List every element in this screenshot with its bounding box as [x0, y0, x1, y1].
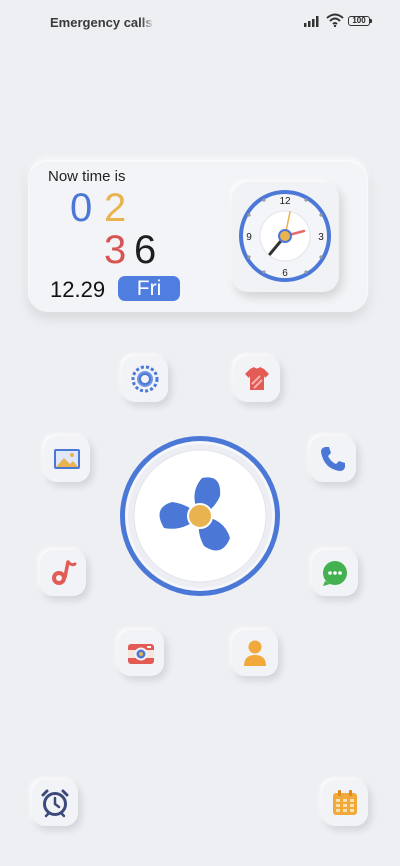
hour-ones-digit: 2: [104, 186, 127, 230]
time-widget[interactable]: Now time is 0 2 3 6 12.29 Fri 12 3 6 9: [28, 160, 368, 312]
status-bar: Emergency calls only 100: [0, 0, 400, 44]
camera-app[interactable]: [118, 630, 164, 676]
music-icon: [52, 560, 77, 585]
message-icon: [323, 561, 347, 586]
calendar-app[interactable]: [322, 780, 368, 826]
clock-numeral-6: 6: [282, 268, 288, 279]
contacts-icon: [244, 640, 266, 666]
date-text: 12.29: [50, 277, 106, 302]
minute-tens-digit: 3: [104, 228, 127, 272]
contacts-app[interactable]: [232, 630, 278, 676]
battery-icon: 100: [348, 16, 372, 26]
themes-app[interactable]: [234, 356, 280, 402]
theme-shirt-icon: [245, 367, 269, 390]
settings-app[interactable]: [122, 356, 168, 402]
clock-numeral-9: 9: [246, 232, 252, 243]
music-app[interactable]: [40, 550, 86, 596]
signal-icon: [304, 16, 319, 27]
carrier-status-text: Emergency calls only: [50, 15, 154, 30]
clock-numeral-12: 12: [279, 196, 291, 207]
hour-tens-digit: 0: [70, 186, 93, 230]
alarm-clock-icon: [41, 789, 69, 818]
clock-numeral-3: 3: [318, 232, 324, 243]
clock-face-icon: 12 3 6 9: [239, 190, 331, 282]
phone-app[interactable]: [310, 436, 356, 482]
now-time-label: Now time is: [48, 168, 126, 185]
day-badge: Fri: [118, 276, 180, 301]
fan-cleaner-app[interactable]: [118, 434, 282, 598]
camera-icon: [128, 644, 154, 664]
fan-cleaner-icon: [120, 436, 280, 596]
phone-icon: [321, 447, 345, 471]
clock-app[interactable]: [32, 780, 78, 826]
calendar-icon: [333, 790, 357, 815]
minute-ones-digit: 6: [134, 228, 157, 272]
gallery-app[interactable]: [44, 436, 90, 482]
analog-clock[interactable]: 12 3 6 9: [232, 182, 339, 292]
wifi-icon: [326, 13, 344, 27]
settings-icon: [131, 365, 159, 393]
messages-app[interactable]: [312, 550, 358, 596]
gallery-icon: [54, 449, 80, 469]
